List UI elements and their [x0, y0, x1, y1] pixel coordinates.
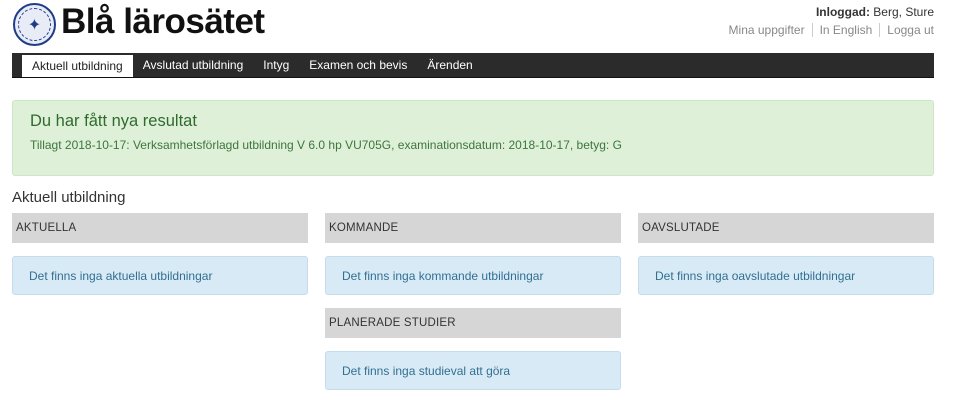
- upcoming-empty-message: Det finns inga kommande utbildningar: [325, 256, 621, 295]
- main-nav: Aktuell utbildning Avslutad utbildning I…: [12, 53, 934, 78]
- header: ✦ Blå lärosätet Inloggad: Berg, Sture Mi…: [0, 0, 956, 52]
- current-heading: AKTUELLA: [12, 213, 308, 243]
- university-seal-icon[interactable]: ✦: [13, 3, 56, 46]
- login-user: Berg, Sture: [873, 5, 934, 19]
- new-results-alert: Du har fått nya resultat Tillagt 2018-10…: [12, 100, 934, 176]
- my-details-link[interactable]: Mina uppgifter: [729, 23, 805, 37]
- divider: [879, 23, 881, 37]
- login-label: Inloggad:: [815, 5, 870, 19]
- tab-certificates[interactable]: Intyg: [253, 53, 299, 77]
- logout-link[interactable]: Logga ut: [887, 23, 934, 37]
- section-title: Aktuell utbildning: [12, 189, 126, 206]
- current-empty-message: Det finns inga aktuella utbildningar: [12, 256, 308, 295]
- tab-current-education[interactable]: Aktuell utbildning: [22, 53, 133, 77]
- top-links: Mina uppgifter In English Logga ut: [729, 23, 934, 37]
- planned-empty-message: Det finns inga studieval att göra: [325, 351, 621, 390]
- login-status: Inloggad: Berg, Sture: [816, 5, 934, 19]
- tab-completed-education[interactable]: Avslutad utbildning: [133, 53, 254, 77]
- unfinished-empty-message: Det finns inga oavslutade utbildningar: [638, 256, 934, 295]
- tab-degrees[interactable]: Examen och bevis: [299, 53, 417, 77]
- divider: [811, 23, 813, 37]
- upcoming-heading: KOMMANDE: [325, 213, 621, 243]
- site-title[interactable]: Blå lärosätet: [61, 2, 265, 42]
- alert-title: Du har fått nya resultat: [30, 112, 197, 130]
- tab-cases[interactable]: Ärenden: [417, 53, 482, 77]
- alert-text: Tillagt 2018-10-17: Verksamhetsförlagd u…: [30, 138, 622, 152]
- english-link[interactable]: In English: [820, 23, 873, 37]
- planned-heading: PLANERADE STUDIER: [325, 308, 621, 338]
- unfinished-heading: OAVSLUTADE: [638, 213, 934, 243]
